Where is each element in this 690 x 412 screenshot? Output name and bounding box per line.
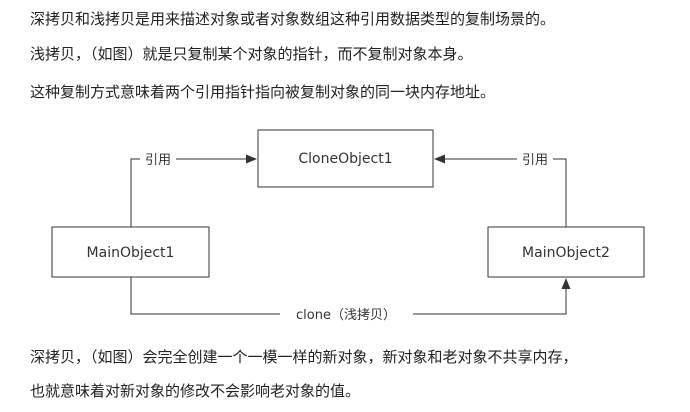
clone-object-label: CloneObject1 [298,151,392,167]
left-reference-arrowhead [246,154,257,164]
main-object-2-label: MainObject2 [522,245,610,261]
left-reference-label: 引用 [145,153,171,168]
right-reference-edge [445,158,567,227]
deep-copy-paragraph: 深拷贝，（如图）会完全创建一个一模一样的新对象，新对象和老对象不共享内存， [30,348,578,366]
right-reference-arrowhead [434,154,445,164]
deep-copy-meaning-paragraph: 也就意味着对新对象的修改不会影响老对象的值。 [30,382,361,400]
left-reference-edge [130,158,246,227]
right-reference-label: 引用 [522,153,548,168]
main-object-1-label: MainObject1 [87,245,175,261]
clone-edge-arrowhead [561,278,571,289]
clone-edge-label: clone（浅拷贝） [296,308,396,323]
